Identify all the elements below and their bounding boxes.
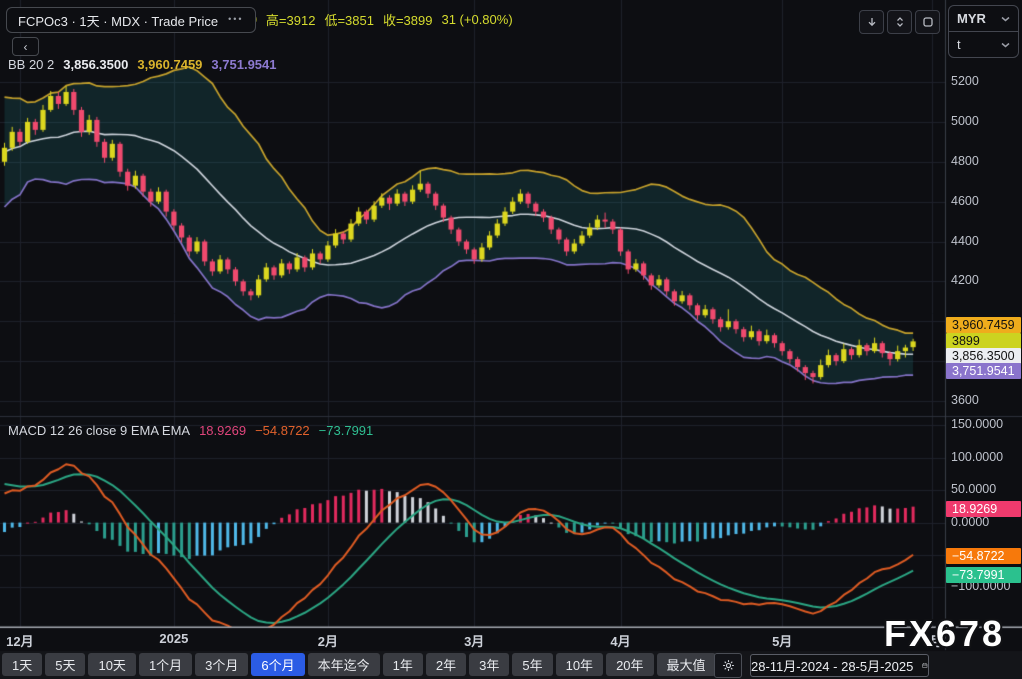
range-button-1个月[interactable]: 1个月: [138, 653, 193, 676]
macd-badge: −73.7991: [946, 567, 1021, 583]
symbol-legend-box[interactable]: FCPOc3 · 1天 · MDX · Trade Price •••: [6, 7, 256, 33]
price-badge: 3,960.7459: [946, 317, 1021, 333]
chevron-down-icon: [1001, 16, 1010, 21]
price-badge: 3,751.9541: [946, 362, 1021, 379]
range-button-10天[interactable]: 10天: [88, 653, 136, 676]
unit-value: t: [957, 37, 961, 52]
time-axis-label: 6月: [922, 634, 943, 649]
macd-signal-value: −73.7991: [318, 423, 374, 438]
macd-axis-tick: 150.0000: [951, 417, 1004, 432]
range-button-20年[interactable]: 20年: [606, 653, 654, 676]
range-button-6个月[interactable]: 6个月: [251, 653, 305, 676]
macd-legend: MACD 12 26 close 9 EMA EMA 18.9269 −54.8…: [8, 423, 373, 438]
chevron-down-icon: [1001, 42, 1010, 47]
macd-hist-value: 18.9269: [199, 423, 247, 438]
price-axis-tick: 4400: [951, 233, 979, 248]
date-range-text: 28-11月-2024 - 28-5月-2025: [751, 659, 914, 674]
gear-icon: [722, 660, 734, 671]
more-options-icon[interactable]: •••: [228, 14, 243, 24]
fullscreen-icon: [922, 17, 933, 27]
range-button-3个月[interactable]: 3个月: [195, 653, 249, 676]
range-button-1年[interactable]: 1年: [382, 653, 423, 676]
time-axis-label: 3月: [464, 634, 485, 649]
macd-axis-tick: 50.0000: [951, 482, 997, 497]
price-axis-tick: 5200: [951, 74, 979, 88]
macd-line-value: −54.8722: [255, 423, 310, 438]
price-axis-tick: 5000: [951, 113, 979, 128]
bb-legend-label: BB 20 2: [8, 57, 55, 72]
symbol-title: FCPOc3 · 1天 · MDX · Trade Price: [18, 13, 219, 29]
time-axis-label: 2025: [159, 631, 189, 646]
time-axis-label: 12月: [6, 634, 34, 649]
time-axis-label: 5月: [772, 634, 793, 649]
range-settings-button[interactable]: [714, 653, 742, 678]
bb-upper-value: 3,960.7459: [137, 57, 203, 72]
currency-unit-selector: MYR t: [948, 5, 1019, 58]
expand-vertical-icon: [896, 17, 903, 27]
macd-axis-tick: 100.0000: [951, 449, 1004, 464]
macd-badge: −54.8722: [946, 548, 1021, 564]
price-chart-canvas[interactable]: [0, 0, 1022, 679]
price-axis-tick: 4200: [951, 273, 979, 288]
ohlc-readout: 3870高=3912低=3851收=389931 (+0.80%): [228, 7, 513, 31]
currency-dropdown[interactable]: MYR: [949, 6, 1018, 31]
ohlc-segment: 高=3912: [265, 12, 316, 28]
price-axis-tick: 4600: [951, 193, 979, 208]
range-button-3年[interactable]: 3年: [469, 653, 510, 676]
range-button-1天[interactable]: 1天: [2, 653, 43, 676]
bb-mid-value: 3,856.3500: [63, 57, 129, 72]
bb-lower-value: 3,751.9541: [211, 57, 277, 72]
bollinger-legend: BB 20 2 3,856.3500 3,960.7459 3,751.9541: [8, 57, 277, 72]
date-range-picker[interactable]: 28-11月-2024 - 28-5月-2025: [750, 654, 929, 677]
price-axis-tick: 4800: [951, 153, 979, 168]
time-axis[interactable]: 12月 2025 2月 3月 4月 5月 6月: [0, 628, 945, 650]
time-axis-label: 2月: [317, 634, 339, 649]
price-badge: 3899: [946, 333, 1021, 349]
range-toolbar: 1天 5天 10天 1个月 3个月 6个月 本年迄今 1年 2年 3年 5年 10年 20年 最大值: [2, 653, 716, 676]
maximize-pane-button[interactable]: [887, 10, 912, 34]
time-axis-label: 4月: [610, 634, 631, 649]
arrow-down-icon: [868, 18, 875, 27]
fullscreen-button[interactable]: [915, 10, 940, 34]
range-button-5年[interactable]: 5年: [512, 653, 553, 676]
macd-badge: 18.9269: [946, 501, 1021, 517]
range-button-2年[interactable]: 2年: [425, 653, 467, 676]
currency-value: MYR: [957, 11, 986, 26]
ohlc-segment: 低=3851: [324, 12, 374, 28]
scroll-to-recent-button[interactable]: [859, 10, 884, 34]
price-badge: 3,856.3500: [946, 347, 1021, 364]
range-button-5天[interactable]: 5天: [45, 653, 86, 676]
range-button-本年迄今[interactable]: 本年迄今: [307, 653, 380, 676]
calendar-icon: [922, 663, 928, 668]
price-axis-tick: 3600: [951, 393, 979, 407]
ohlc-segment: 收=3899: [382, 12, 433, 28]
unit-dropdown[interactable]: t: [949, 31, 1018, 57]
range-button-10年[interactable]: 10年: [555, 653, 604, 676]
macd-legend-label: MACD 12 26 close 9 EMA EMA: [8, 423, 191, 438]
trading-chart-window: FCPOc3 · 1天 · MDX · Trade Price ••• 3870…: [0, 0, 1022, 679]
ohlc-segment: 31 (+0.80%): [441, 11, 513, 27]
range-button-最大值[interactable]: 最大值: [656, 653, 716, 676]
back-button[interactable]: ‹: [12, 37, 39, 56]
